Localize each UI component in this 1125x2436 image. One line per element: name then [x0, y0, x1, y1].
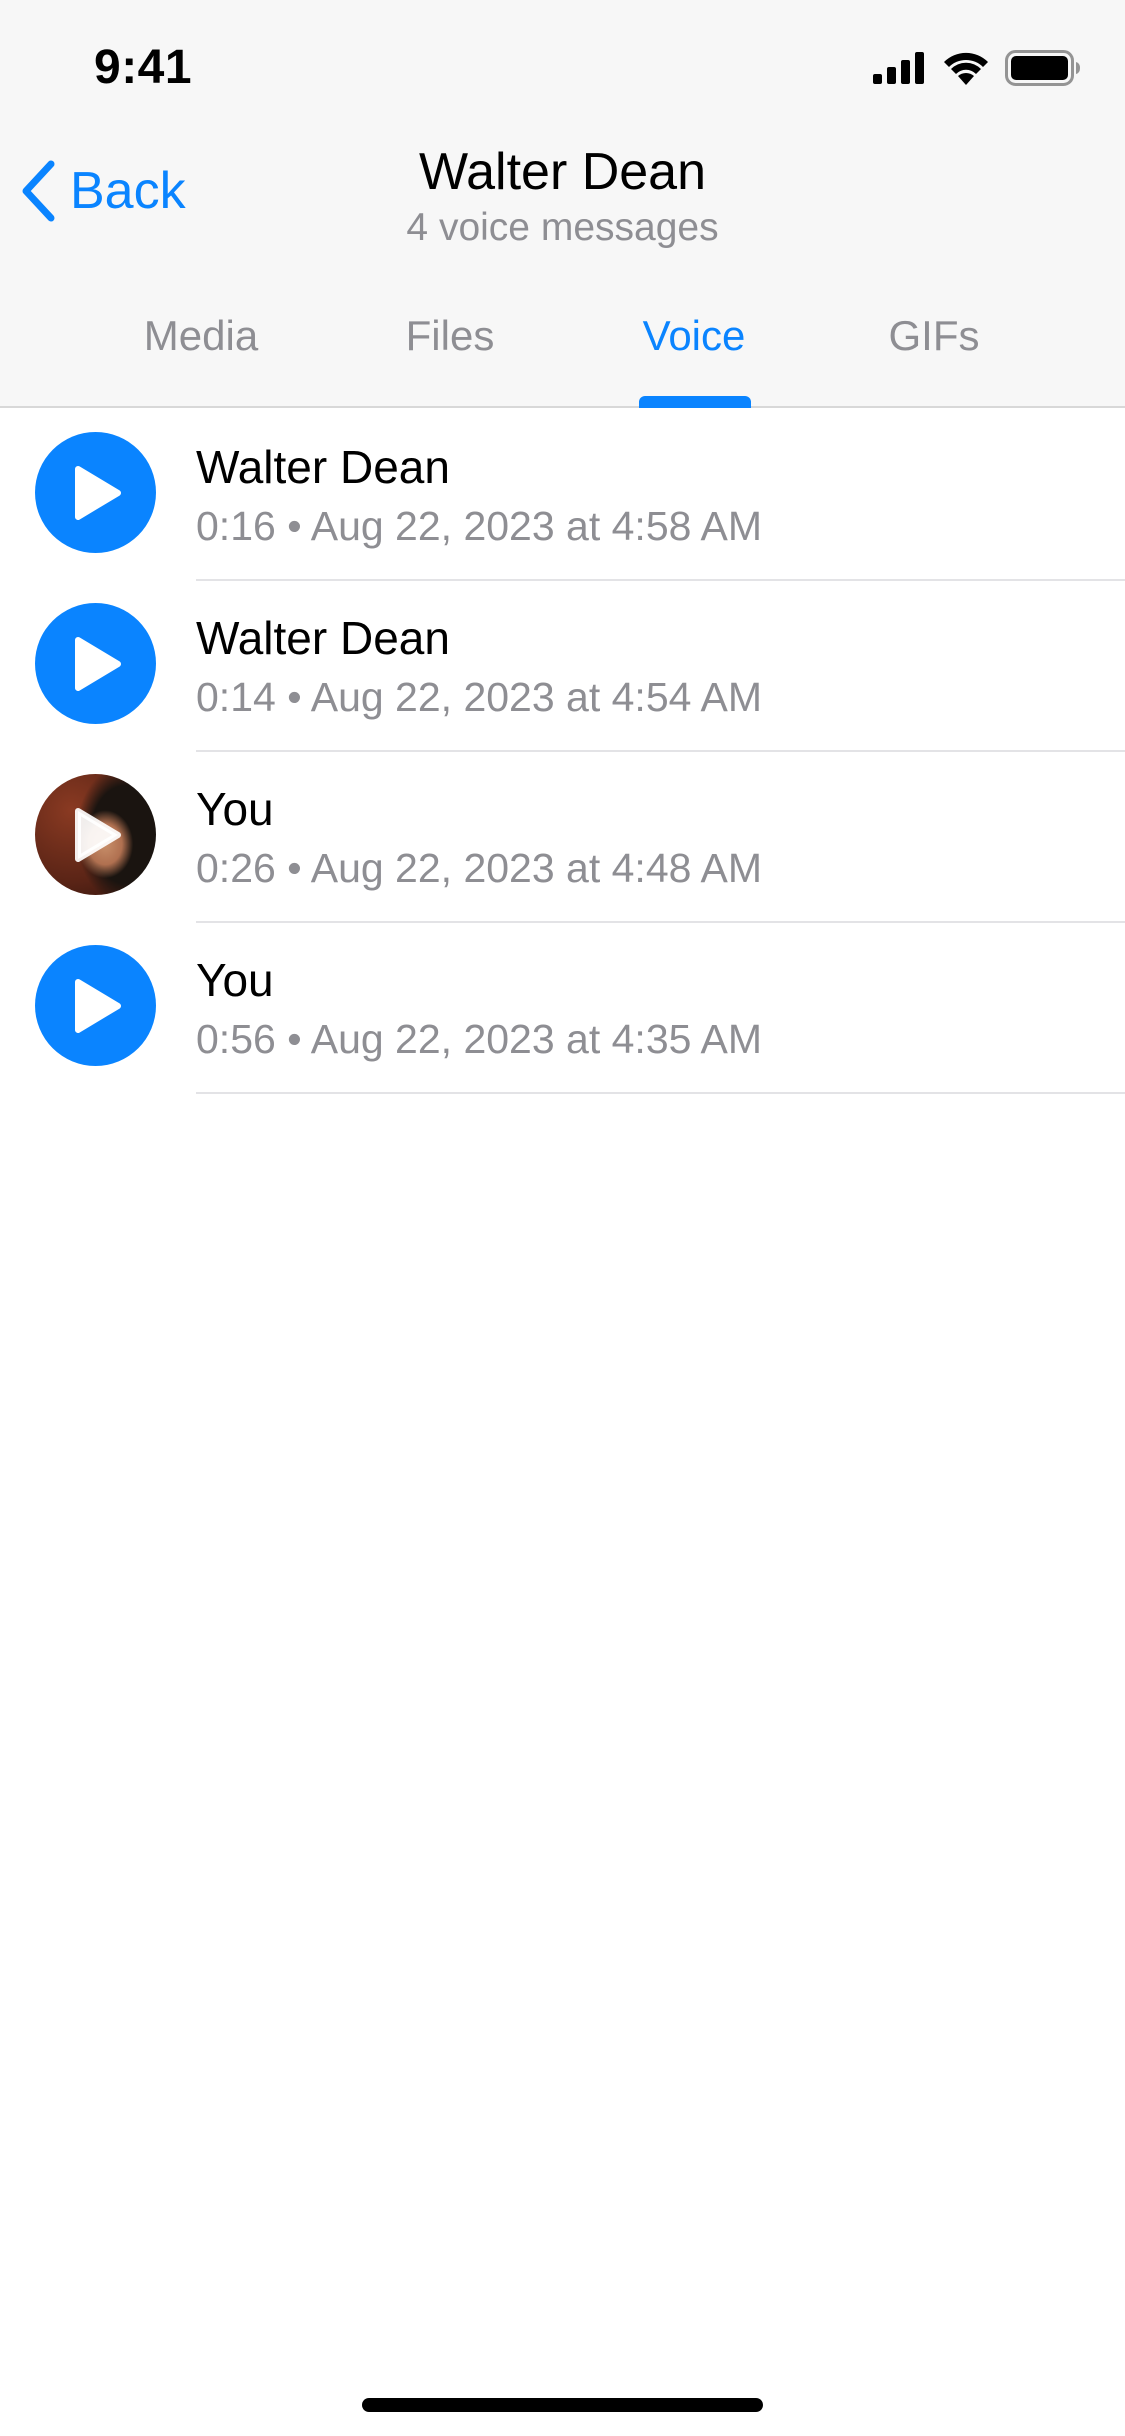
tab-voice[interactable]: Voice	[643, 312, 746, 360]
timestamp: Aug 22, 2023 at 4:54 AM	[310, 674, 763, 720]
status-time: 9:41	[94, 41, 193, 94]
status-icons	[873, 50, 1081, 86]
play-button[interactable]	[35, 432, 156, 553]
navigation-header: 9:41 Back Walter Dean 4 voice messages M…	[0, 0, 1125, 408]
divider	[196, 1092, 1125, 1094]
battery-icon	[1005, 50, 1080, 86]
message-meta: 0:16 • Aug 22, 2023 at 4:58 AM	[196, 503, 762, 550]
tab-gifs[interactable]: GIFs	[889, 312, 980, 360]
sender-name: You	[196, 783, 274, 835]
active-tab-indicator	[639, 396, 751, 408]
page-subtitle: 4 voice messages	[406, 206, 719, 249]
title-block: Walter Dean 4 voice messages	[0, 140, 1125, 250]
duration: 0:14	[196, 674, 276, 720]
meta-separator: •	[287, 503, 302, 549]
page-title: Walter Dean	[418, 143, 707, 201]
duration: 0:26	[196, 845, 276, 891]
wifi-icon	[944, 52, 988, 85]
timestamp: Aug 22, 2023 at 4:48 AM	[310, 845, 763, 891]
cellular-signal-icon	[873, 52, 924, 84]
sender-name: Walter Dean	[196, 612, 450, 664]
avatar-play-button[interactable]	[35, 774, 156, 895]
play-icon	[74, 465, 121, 520]
play-button[interactable]	[35, 603, 156, 724]
timestamp: Aug 22, 2023 at 4:58 AM	[310, 503, 763, 549]
list-item[interactable]: You 0:56 • Aug 22, 2023 at 4:35 AM	[0, 923, 1125, 1094]
message-meta: 0:26 • Aug 22, 2023 at 4:48 AM	[196, 845, 762, 892]
play-button[interactable]	[35, 945, 156, 1066]
message-meta: 0:56 • Aug 22, 2023 at 4:35 AM	[196, 1016, 762, 1063]
meta-separator: •	[287, 674, 302, 720]
meta-separator: •	[287, 1016, 302, 1062]
message-meta: 0:14 • Aug 22, 2023 at 4:54 AM	[196, 674, 762, 721]
tab-bar: Media Files Voice GIFs	[0, 300, 1125, 408]
play-icon	[74, 807, 121, 862]
sender-name: Walter Dean	[196, 441, 450, 493]
home-indicator[interactable]	[362, 2398, 763, 2412]
duration: 0:56	[196, 1016, 276, 1062]
meta-separator: •	[287, 845, 302, 891]
play-icon	[74, 636, 121, 691]
tab-files[interactable]: Files	[406, 312, 495, 360]
list-item[interactable]: Walter Dean 0:16 • Aug 22, 2023 at 4:58 …	[0, 410, 1125, 581]
play-icon	[74, 978, 121, 1033]
list-item[interactable]: You 0:26 • Aug 22, 2023 at 4:48 AM	[0, 752, 1125, 923]
list-item[interactable]: Walter Dean 0:14 • Aug 22, 2023 at 4:54 …	[0, 581, 1125, 752]
tab-media[interactable]: Media	[144, 312, 258, 360]
sender-name: You	[196, 954, 274, 1006]
duration: 0:16	[196, 503, 276, 549]
timestamp: Aug 22, 2023 at 4:35 AM	[310, 1016, 763, 1062]
voice-message-list: Walter Dean 0:16 • Aug 22, 2023 at 4:58 …	[0, 410, 1125, 1094]
